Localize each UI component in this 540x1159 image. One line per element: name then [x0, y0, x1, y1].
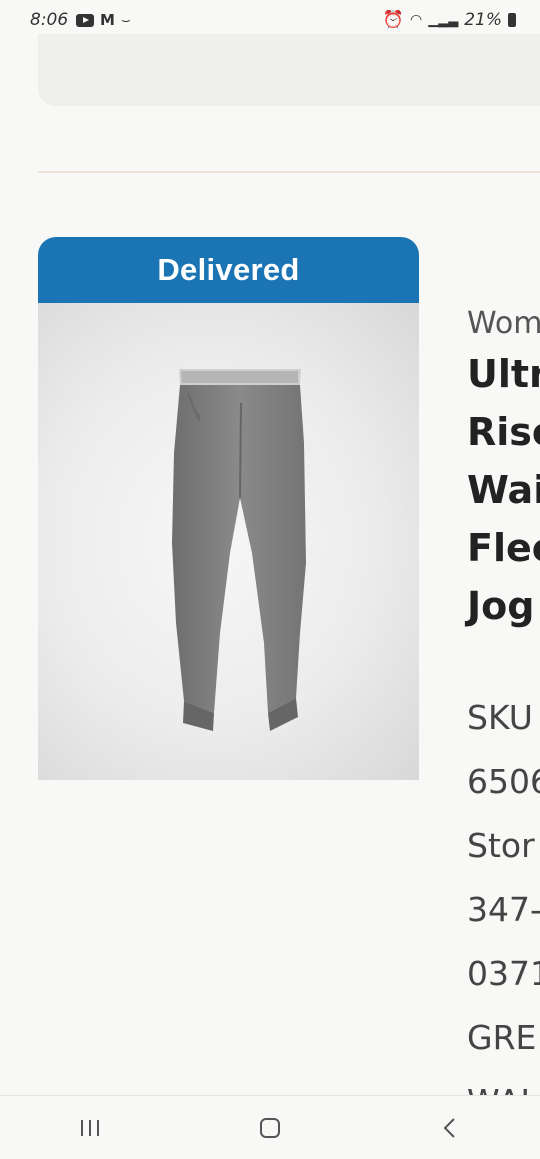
recent-apps-icon	[81, 1119, 99, 1136]
wifi-icon: ◠	[409, 12, 423, 28]
battery-icon	[508, 13, 516, 27]
previous-card	[38, 34, 540, 106]
alarm-icon: ⏰	[382, 10, 404, 30]
status-time: 8:06	[30, 10, 69, 30]
detail-line: Stor	[467, 826, 535, 865]
detail-line: 0371	[467, 954, 540, 993]
amazon-icon: ⌣	[120, 11, 131, 29]
battery-percent: 21%	[464, 10, 502, 30]
product-details: SKU 6506 Stor 347- 0371 GRE WAI	[467, 686, 540, 1134]
title-line: Rise	[467, 410, 540, 454]
title-line: Flee	[467, 526, 540, 570]
signal-icon: ▁▂▃	[428, 12, 459, 28]
title-line: Wai	[467, 468, 540, 512]
product-category: Wom	[467, 306, 540, 341]
jogger-pants-illustration	[172, 369, 306, 731]
detail-line: 6506	[467, 762, 540, 801]
recent-apps-button[interactable]	[60, 1108, 120, 1148]
detail-line: SKU	[467, 698, 533, 737]
youtube-icon	[76, 13, 94, 27]
title-line: Ultr	[467, 352, 540, 396]
navigation-bar	[0, 1095, 540, 1159]
detail-line: 347-	[467, 890, 540, 929]
gmail-icon: M	[100, 11, 115, 29]
home-button[interactable]	[240, 1108, 300, 1148]
home-icon	[260, 1117, 280, 1138]
product-image[interactable]	[38, 303, 419, 780]
order-item-card[interactable]: Delivered	[38, 237, 419, 780]
section-divider	[38, 171, 540, 173]
back-button[interactable]	[420, 1108, 480, 1148]
detail-line: GRE	[467, 1018, 537, 1057]
back-icon	[443, 1117, 455, 1138]
title-line: Jog	[467, 584, 535, 628]
status-badge: Delivered	[38, 237, 419, 303]
product-title[interactable]: Ultr Rise Wai Flee Jog	[467, 345, 540, 635]
product-info: Wom Ultr Rise Wai Flee Jog	[467, 300, 540, 635]
status-bar: 8:06 M ⌣ ⏰ ◠ ▁▂▃ 21%	[0, 0, 540, 38]
